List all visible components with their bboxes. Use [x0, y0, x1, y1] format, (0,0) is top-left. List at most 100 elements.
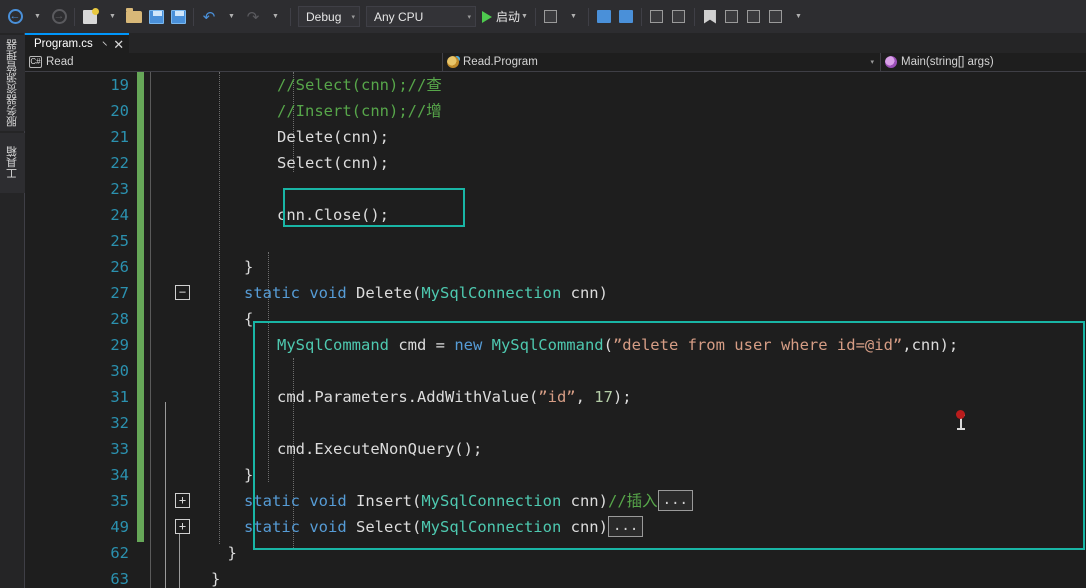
navigate-backward-button[interactable]: ←: [4, 5, 26, 29]
collapsed-region-box[interactable]: ...: [607, 516, 644, 537]
pin-icon[interactable]: −: [97, 37, 110, 50]
code-token-pln: Insert(: [356, 492, 422, 510]
solution-platform-dropdown[interactable]: Any CPU ▾: [366, 6, 476, 27]
code-text: //Select(cnn);//查: [277, 72, 442, 98]
next-bookmark-icon: [747, 10, 761, 23]
code-line[interactable]: 25: [25, 228, 1086, 254]
line-number: 33: [110, 440, 129, 458]
project-dropdown[interactable]: C# Read: [25, 52, 443, 72]
save-button[interactable]: [145, 5, 167, 29]
line-number: 63: [110, 570, 129, 588]
fold-collapse-delete[interactable]: −: [175, 285, 190, 300]
line-number: 30: [110, 362, 129, 380]
fold-expand-select[interactable]: +: [175, 519, 190, 534]
sidebar-item-label: 工具箱: [5, 146, 19, 180]
toolbar-overflow-button[interactable]: ▼: [787, 5, 809, 29]
code-text: }: [244, 254, 253, 280]
redo-dropdown[interactable]: ▼: [264, 5, 286, 29]
outdent-button[interactable]: [668, 5, 690, 29]
line-number: 62: [110, 544, 129, 562]
line-number: 49: [110, 518, 129, 536]
code-line[interactable]: 22 Select(cnn);: [25, 150, 1086, 176]
new-item-icon: [83, 7, 99, 24]
close-icon[interactable]: ✕: [113, 38, 124, 51]
visual-studio-window: ← ▼ → ▼ ↶ ▼ ↷ ▼ Debug ▾ Any CPU ▾ 启动 ▼ ▼…: [0, 0, 1086, 588]
code-line[interactable]: 24 cnn.Close();: [25, 202, 1086, 228]
collapsed-region-box[interactable]: ...: [657, 490, 693, 511]
sidebar-item-toolbox[interactable]: 工具箱: [0, 133, 25, 193]
redo-button[interactable]: ↷: [242, 5, 264, 29]
outdent-icon: [672, 10, 686, 23]
code-line[interactable]: 26}: [25, 254, 1086, 280]
solution-configuration-dropdown[interactable]: Debug ▾: [298, 6, 360, 27]
class-dropdown[interactable]: Read.Program ▾: [443, 52, 881, 72]
previous-bookmark-button[interactable]: [721, 5, 743, 29]
undo-icon: ↶: [202, 7, 216, 26]
code-token-pln: ,cnn);: [902, 336, 959, 354]
code-token-pln: Delete(: [356, 284, 422, 302]
navigate-forward-button[interactable]: →: [48, 5, 70, 29]
code-token-kw: static: [244, 284, 310, 302]
open-file-button[interactable]: [123, 5, 145, 29]
undo-dropdown[interactable]: ▼: [220, 5, 242, 29]
undo-button[interactable]: ↶: [198, 5, 220, 29]
code-line[interactable]: 30: [25, 358, 1086, 384]
tab-program-cs[interactable]: Program.cs − ✕: [25, 33, 130, 53]
code-token-pln: cmd.ExecuteNonQuery();: [277, 440, 483, 458]
step-into-icon: [596, 10, 611, 23]
new-item-dropdown[interactable]: ▼: [101, 5, 123, 29]
chevron-down-icon: ▼: [521, 13, 528, 20]
save-all-button[interactable]: [167, 5, 189, 29]
toolbar-separator-2: [193, 7, 194, 26]
code-line[interactable]: 34}: [25, 462, 1086, 488]
toolbar-separator-3: [290, 7, 291, 26]
code-line[interactable]: 33 cmd.ExecuteNonQuery();: [25, 436, 1086, 462]
code-line[interactable]: 32: [25, 410, 1086, 436]
line-number: 24: [110, 206, 129, 224]
sidebar-item-server-explorer[interactable]: 服务器资源管理器: [0, 35, 25, 131]
step-over-button[interactable]: [615, 5, 637, 29]
code-line[interactable]: 62}: [25, 540, 1086, 566]
arrow-left-circle-icon: ←: [7, 9, 23, 24]
left-tool-tabs: 服务器资源管理器 工具箱: [0, 33, 25, 588]
document-tab-strip: Program.cs − ✕: [25, 33, 1086, 53]
toggle-bookmark-button[interactable]: [699, 5, 721, 29]
code-token-pln: }: [227, 544, 237, 562]
line-number: 32: [110, 414, 129, 432]
code-editor[interactable]: 19 //Select(cnn);//查 20 //Insert(cnn);//增 21…: [25, 72, 1086, 588]
fold-expand-insert[interactable]: +: [175, 493, 190, 508]
chevron-down-icon: ▾: [467, 13, 471, 21]
clear-bookmarks-button[interactable]: [765, 5, 787, 29]
code-line[interactable]: 20 //Insert(cnn);//增: [25, 98, 1086, 124]
navigate-backward-dropdown[interactable]: ▼: [26, 5, 48, 29]
code-token-pln: {: [244, 310, 254, 328]
code-line[interactable]: 28 {: [25, 306, 1086, 332]
project-label: Read: [46, 56, 74, 68]
start-debug-label: 启动: [496, 10, 521, 24]
save-icon: [148, 9, 164, 24]
solution-platform-value: Any CPU: [374, 9, 424, 24]
code-token-num: 17: [594, 388, 613, 406]
target-dropdown[interactable]: ▼: [562, 5, 584, 29]
code-line[interactable]: 23: [25, 176, 1086, 202]
indent-button[interactable]: [646, 5, 668, 29]
code-line[interactable]: 31 cmd.Parameters.AddWithValue(”id”, 17);: [25, 384, 1086, 410]
start-debug-button[interactable]: 启动 ▼: [479, 5, 531, 29]
code-token-kw: static: [244, 492, 310, 510]
member-dropdown[interactable]: Main(string[] args): [881, 53, 1086, 72]
line-number: 23: [110, 180, 129, 198]
code-text: cmd.ExecuteNonQuery();: [277, 436, 482, 462]
chevron-down-icon: ▼: [272, 13, 279, 20]
code-line[interactable]: 29 MySqlCommand cmd = new MySqlCommand(”d…: [25, 332, 1086, 358]
code-token-kw: void: [309, 492, 356, 510]
prev-bookmark-icon: [725, 10, 739, 23]
code-line[interactable]: 63}: [25, 566, 1086, 588]
solution-platform-target-button[interactable]: [540, 5, 562, 29]
code-line[interactable]: 21 Delete(cnn);: [25, 124, 1086, 150]
code-line[interactable]: 19 //Select(cnn);//查: [25, 72, 1086, 98]
code-text: }: [211, 566, 220, 588]
code-text: cnn.Close();: [277, 202, 389, 228]
new-item-button[interactable]: [79, 5, 101, 29]
step-into-button[interactable]: [593, 5, 615, 29]
next-bookmark-button[interactable]: [743, 5, 765, 29]
